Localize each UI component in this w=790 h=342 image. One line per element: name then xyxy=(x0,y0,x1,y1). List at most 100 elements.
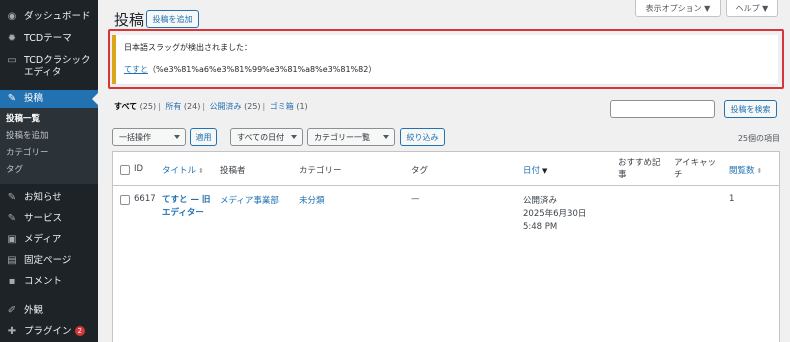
posts-table: ID タイトル ⬍ 投稿者 カテゴリー タグ 日付 ▼ おすすめ記事 アイキャッチ … xyxy=(112,151,780,342)
col-views[interactable]: 閲覧数 ⬍ xyxy=(729,164,762,176)
col-views-label[interactable]: 閲覧数 xyxy=(729,166,755,176)
pin-icon: ✎ xyxy=(7,192,17,203)
row-author-link[interactable]: メディア事業部 xyxy=(220,194,279,206)
plugin-icon: ✚ xyxy=(7,326,17,337)
submenu-tags[interactable]: タグ xyxy=(0,162,98,179)
comment-icon: ▪ xyxy=(8,276,16,287)
chevron-down-icon xyxy=(383,135,389,139)
table-row: 6617 てすと — 旧エディター メディア事業部 未分類 — 公開済み 202… xyxy=(113,187,779,247)
menu-label: 固定ページ xyxy=(24,255,72,266)
submenu-all-posts[interactable]: 投稿一覧 xyxy=(0,111,98,128)
main-content: 表示オプション ▼ ヘルプ ▼ 投稿 投稿を追加 日本語スラッグが検出されました… xyxy=(98,0,790,342)
slug-warning-notice: 日本語スラッグが検出されました： てすと（%e3%81%a6%e3%81%99%… xyxy=(112,35,778,84)
col-date-label[interactable]: 日付 xyxy=(523,166,540,176)
row-id: 6617 xyxy=(134,194,156,204)
col-thumbnail: アイキャッチ xyxy=(674,158,717,180)
col-categories: カテゴリー xyxy=(299,166,342,176)
date-filter-select[interactable]: すべての日付 xyxy=(230,128,303,146)
view-all[interactable]: すべて xyxy=(114,102,137,111)
chevron-down-icon xyxy=(291,135,297,139)
menu-label: 外観 xyxy=(24,305,44,316)
view-trash[interactable]: ゴミ箱 xyxy=(270,102,294,111)
search-input[interactable] xyxy=(610,100,715,118)
pin-icon: ✎ xyxy=(7,93,17,104)
posts-submenu: 投稿一覧 投稿を追加 カテゴリー タグ xyxy=(0,108,98,184)
menu-label: プラグイン xyxy=(24,326,72,337)
sort-desc-icon: ▼ xyxy=(542,166,548,175)
menu-label: TCDクラシックエディタ xyxy=(24,55,91,78)
admin-sidebar: ◉ ダッシュボード ✹ TCDテーマ ▭ TCDクラシックエディタ ✎ 投稿 投… xyxy=(0,0,98,342)
menu-label: お知らせ xyxy=(24,192,62,203)
dashboard-icon: ◉ xyxy=(7,11,17,22)
select-all-checkbox[interactable] xyxy=(120,165,130,175)
menu-posts[interactable]: ✎ 投稿 xyxy=(0,90,98,108)
view-all-count: (25) xyxy=(139,102,157,111)
col-title-label[interactable]: タイトル xyxy=(162,166,196,176)
add-new-post-button[interactable]: 投稿を追加 xyxy=(146,10,199,28)
col-id: ID xyxy=(134,164,144,174)
media-icon: ▣ xyxy=(7,234,17,245)
bulk-action-select[interactable]: 一括操作 xyxy=(112,128,186,146)
row-category-link[interactable]: 未分類 xyxy=(299,194,325,206)
gear-icon: ✹ xyxy=(7,33,17,44)
menu-pages[interactable]: ▤ 固定ページ xyxy=(0,255,98,267)
post-status-views: すべて (25) | 所有 (24) | 公開済み (25) | ゴミ箱 (1) xyxy=(114,102,308,111)
page-title: 投稿 xyxy=(114,11,145,29)
menu-label: TCDテーマ xyxy=(24,33,72,44)
bulk-action-value: 一括操作 xyxy=(119,132,151,142)
notice-slug-text: （%e3%81%a6%e3%81%99%e3%81%a8%e3%81%82） xyxy=(148,65,377,74)
col-date[interactable]: 日付 ▼ xyxy=(523,164,547,176)
menu-label: ダッシュボード xyxy=(24,11,91,22)
filter-button[interactable]: 絞り込み xyxy=(400,128,445,146)
notice-detail: てすと（%e3%81%a6%e3%81%99%e3%81%a8%e3%81%82… xyxy=(124,64,376,75)
screen-options-button[interactable]: 表示オプション ▼ xyxy=(635,0,721,17)
view-trash-count: (1) xyxy=(296,102,308,111)
row-tags: — xyxy=(411,194,420,204)
menu-comments[interactable]: ▪ コメント xyxy=(0,276,98,288)
menu-label: コメント xyxy=(24,276,63,287)
col-recommend: おすすめ記事 xyxy=(618,158,661,180)
view-published[interactable]: 公開済み xyxy=(210,102,242,111)
menu-news[interactable]: ✎ お知らせ xyxy=(0,192,98,204)
row-status: 公開済み xyxy=(523,196,558,206)
pin-icon: ✎ xyxy=(7,213,17,224)
view-published-count: (25) xyxy=(244,102,261,111)
apply-button[interactable]: 適用 xyxy=(190,128,217,146)
view-mine[interactable]: 所有 xyxy=(165,102,181,111)
date-filter-value: すべての日付 xyxy=(237,132,285,142)
notice-message: 日本語スラッグが検出されました： xyxy=(124,43,252,52)
search-posts-button[interactable]: 投稿を検索 xyxy=(724,100,777,118)
menu-label: サービス xyxy=(24,213,63,224)
monitor-icon: ▭ xyxy=(7,55,17,66)
row-views: 1 xyxy=(729,194,735,204)
table-header: ID タイトル ⬍ 投稿者 カテゴリー タグ 日付 ▼ おすすめ記事 アイキャッチ … xyxy=(113,152,779,186)
col-tags: タグ xyxy=(411,166,429,176)
category-filter-value: カテゴリー一覧 xyxy=(314,132,370,142)
menu-tcd-theme[interactable]: ✹ TCDテーマ xyxy=(0,33,98,45)
menu-tcd-classic-editor[interactable]: ▭ TCDクラシックエディタ xyxy=(0,55,98,79)
chevron-down-icon xyxy=(174,135,180,139)
menu-service[interactable]: ✎ サービス xyxy=(0,213,98,225)
view-mine-count: (24) xyxy=(183,102,201,111)
submenu-categories[interactable]: カテゴリー xyxy=(0,145,98,162)
category-filter-select[interactable]: カテゴリー一覧 xyxy=(307,128,395,146)
col-title[interactable]: タイトル ⬍ xyxy=(162,164,204,176)
page-icon: ▤ xyxy=(7,255,17,266)
items-count: 25個の項目 xyxy=(737,134,780,143)
col-author: 投稿者 xyxy=(220,166,246,176)
notice-post-link[interactable]: てすと xyxy=(124,65,148,74)
update-count-badge: 2 xyxy=(74,326,85,336)
help-button[interactable]: ヘルプ ▼ xyxy=(726,0,778,17)
row-checkbox[interactable] xyxy=(120,195,130,205)
row-title-link[interactable]: てすと — 旧エディター xyxy=(162,194,214,220)
menu-media[interactable]: ▣ メディア xyxy=(0,234,98,246)
row-date: 2025年6月30日 5:48 PM xyxy=(523,209,587,232)
sort-icon: ⬍ xyxy=(198,166,204,175)
menu-label: 投稿 xyxy=(24,93,44,104)
brush-icon: ✐ xyxy=(7,305,17,316)
menu-plugins[interactable]: ✚ プラグイン 2 xyxy=(0,326,98,338)
menu-dashboard[interactable]: ◉ ダッシュボード xyxy=(0,11,98,23)
submenu-add-post[interactable]: 投稿を追加 xyxy=(0,128,98,145)
menu-appearance[interactable]: ✐ 外観 xyxy=(0,305,98,317)
sort-icon: ⬍ xyxy=(756,166,763,175)
